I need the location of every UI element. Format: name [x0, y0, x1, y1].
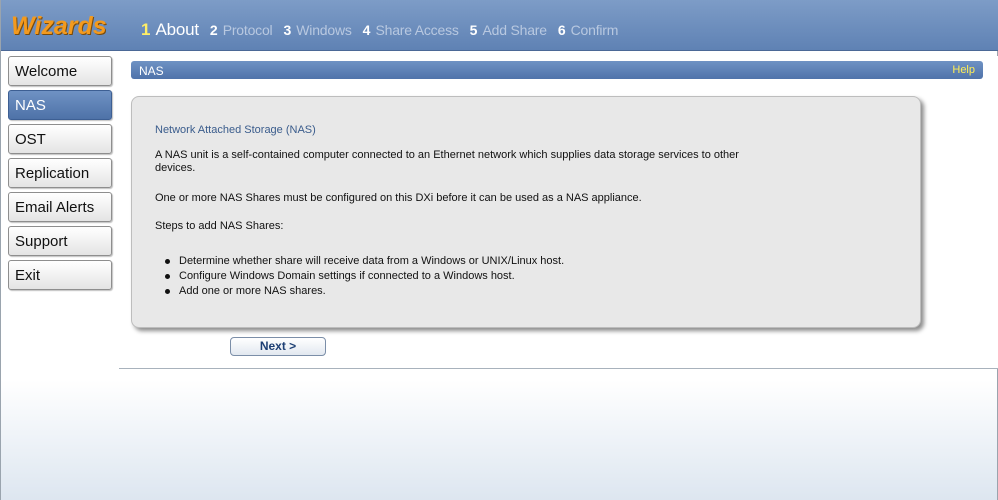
step-number: 3: [283, 22, 292, 38]
step-share-access[interactable]: 4 Share Access: [363, 22, 459, 38]
wizard-steps: 1 About 2 Protocol 3 Windows 4 Share Acc…: [141, 20, 629, 40]
sidebar-item-email-alerts[interactable]: Email Alerts: [8, 192, 112, 222]
sidebar-item-exit[interactable]: Exit: [8, 260, 112, 290]
section-title: NAS: [139, 64, 164, 78]
step-about[interactable]: 1 About: [141, 20, 199, 40]
list-item: Add one or more NAS shares.: [155, 284, 564, 299]
step-number: 2: [209, 22, 218, 38]
step-label: Confirm: [570, 22, 619, 38]
list-item: Determine whether share will receive dat…: [155, 254, 564, 269]
step-number: 6: [557, 22, 566, 38]
nas-requirement: One or more NAS Shares must be configure…: [155, 192, 642, 204]
info-panel: Network Attached Storage (NAS) A NAS uni…: [131, 96, 921, 328]
step-label: Protocol: [222, 22, 273, 38]
step-number: 5: [469, 22, 478, 38]
sidebar-item-support[interactable]: Support: [8, 226, 112, 256]
content-area: NAS Help Network Attached Storage (NAS) …: [119, 56, 998, 369]
step-label: Add Share: [482, 22, 547, 38]
sidebar-item-nas[interactable]: NAS: [8, 90, 112, 120]
step-confirm[interactable]: 6 Confirm: [557, 22, 619, 38]
sidebar-item-welcome[interactable]: Welcome: [8, 56, 112, 86]
sidebar-nav: Welcome NAS OST Replication Email Alerts…: [8, 56, 112, 294]
step-label: Windows: [296, 22, 352, 38]
step-label: Share Access: [375, 22, 459, 38]
brand-logo: Wizards: [11, 12, 107, 40]
step-label: About: [155, 20, 199, 39]
help-link[interactable]: Help: [952, 64, 975, 76]
steps-heading: Steps to add NAS Shares:: [155, 220, 284, 232]
step-number: 4: [362, 22, 371, 38]
step-number: 1: [141, 20, 151, 39]
section-header: NAS Help: [131, 61, 983, 79]
step-protocol[interactable]: 2 Protocol: [210, 22, 273, 38]
step-windows[interactable]: 3 Windows: [283, 22, 351, 38]
steps-list: Determine whether share will receive dat…: [155, 254, 564, 299]
nas-description: A NAS unit is a self-contained computer …: [155, 149, 739, 174]
sidebar-item-replication[interactable]: Replication: [8, 158, 112, 188]
panel-title: Network Attached Storage (NAS): [155, 124, 316, 136]
list-item: Configure Windows Domain settings if con…: [155, 269, 564, 284]
step-add-share[interactable]: 5 Add Share: [470, 22, 547, 38]
wizard-header: Wizards 1 About 2 Protocol 3 Windows 4 S…: [1, 0, 998, 51]
sidebar-item-ost[interactable]: OST: [8, 124, 112, 154]
next-button[interactable]: Next >: [230, 337, 326, 356]
